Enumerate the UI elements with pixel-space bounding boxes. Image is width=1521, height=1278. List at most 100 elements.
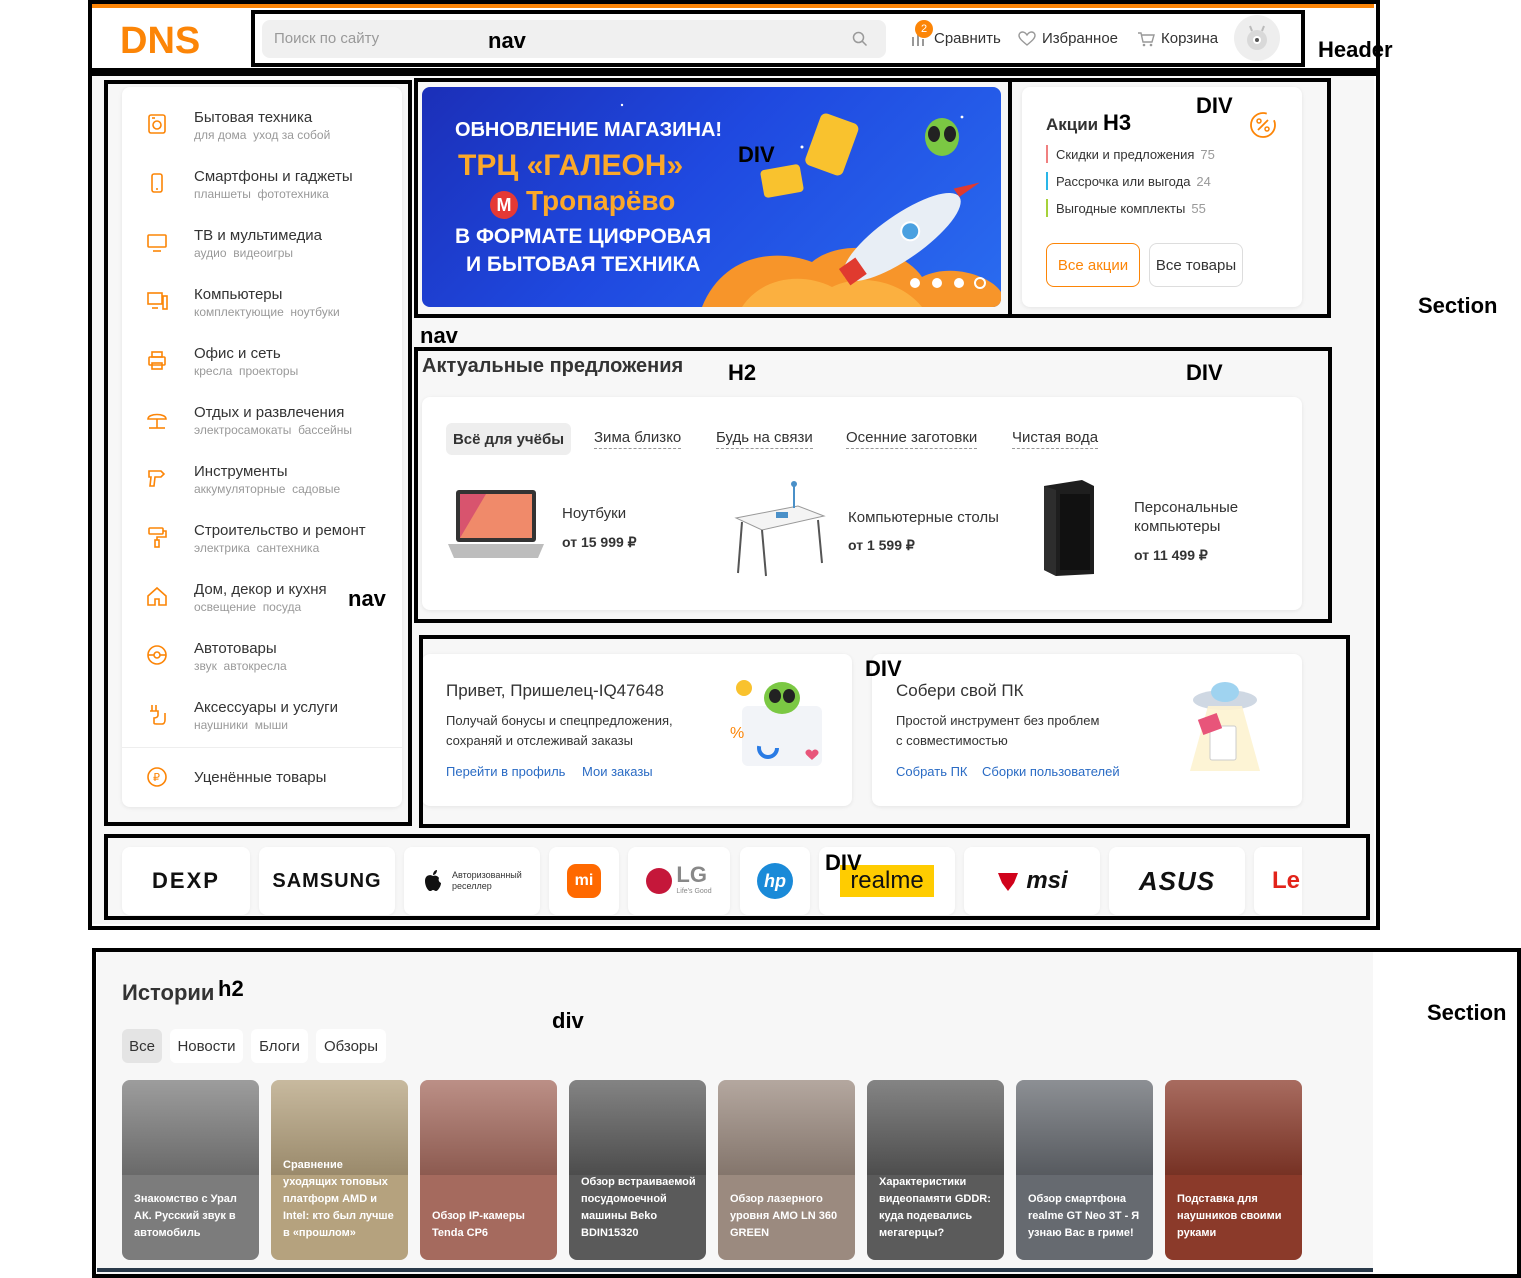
search-icon[interactable]: [852, 31, 868, 47]
catalog-sub-link[interactable]: проекторы: [239, 364, 298, 378]
story-card[interactable]: Обзор IP-камеры Tenda CP6: [420, 1080, 557, 1260]
story-title: Обзор встраиваемой посудомоечной машины …: [581, 1176, 696, 1239]
catalog-item-leisure[interactable]: Отдых и развлечения электросамокаты бассе…: [140, 404, 390, 454]
catalog-item-tv[interactable]: ТВ и мультимедиа аудио видеоигры: [140, 227, 390, 277]
catalog-sub-link[interactable]: садовые: [292, 482, 340, 496]
catalog-sub-link[interactable]: освещение: [194, 600, 256, 614]
promo-item[interactable]: Выгодные комплекты 55: [1046, 199, 1206, 217]
product-name-desks[interactable]: Компьютерные столы: [848, 509, 999, 526]
product-name-pc-line2[interactable]: компьютеры: [1134, 518, 1220, 535]
story-card[interactable]: Знакомство с Урал АК. Русский звук в авт…: [122, 1080, 259, 1260]
brand-asus[interactable]: ASUS: [1109, 847, 1245, 915]
stories-tab-all[interactable]: Все: [122, 1029, 162, 1063]
msi-dragon-icon: [998, 873, 1019, 891]
catalog-sub-link[interactable]: видеоигры: [233, 246, 293, 260]
dns-logo[interactable]: DNS: [120, 22, 244, 56]
catalog-sub-link[interactable]: автокресла: [224, 659, 287, 673]
catalog-item-construction[interactable]: Строительство и ремонт электрика сантехни…: [140, 522, 390, 572]
catalog-item-discount[interactable]: ₽ Уценённые товары: [140, 766, 390, 792]
catalog-item-title: Строительство и ремонт: [194, 522, 366, 539]
profile-link[interactable]: Перейти в профиль: [446, 764, 565, 779]
catalog-sub-link[interactable]: аудио: [194, 246, 227, 260]
catalog-sub-link[interactable]: бассейны: [298, 423, 352, 437]
annotation-label-div-cards: DIV: [865, 656, 902, 681]
cart-link[interactable]: Корзина: [1137, 30, 1218, 47]
catalog-item-computers[interactable]: Компьютеры комплектующие ноутбуки: [140, 286, 390, 336]
brand-apple[interactable]: Авторизованный реселлер: [404, 847, 540, 915]
brand-samsung-text: SAMSUNG: [272, 869, 382, 892]
promo-item-color-bar: [1046, 199, 1048, 217]
catalog-sub-link[interactable]: сантехника: [257, 541, 320, 555]
catalog-item-auto[interactable]: Автотовары звук автокресла: [140, 640, 390, 690]
desk-image[interactable]: [728, 478, 828, 578]
stories-tab-news[interactable]: Новости: [170, 1029, 243, 1063]
catalog-item-tools[interactable]: Инструменты аккумуляторные садовые: [140, 463, 390, 513]
svg-text:₽: ₽: [153, 772, 160, 784]
build-pc-link[interactable]: Собрать ПК: [896, 764, 968, 779]
brand-lg[interactable]: LG Life's Good: [628, 847, 730, 915]
catalog-sub-link[interactable]: наушники: [194, 718, 248, 732]
catalog-item-subtitles: электрика сантехника: [194, 541, 319, 555]
tab-all-for-study[interactable]: Всё для учёбы: [446, 423, 571, 455]
story-card[interactable]: Сравнение уходящих топовых платформ AMD …: [271, 1080, 408, 1260]
brand-xiaomi[interactable]: mi: [549, 847, 619, 915]
tab-autumn-preserves[interactable]: Осенние заготовки: [846, 423, 978, 455]
avatar[interactable]: [1234, 15, 1280, 61]
catalog-sub-link[interactable]: комплектующие: [194, 305, 284, 319]
catalog-sub-link[interactable]: электрика: [194, 541, 250, 555]
all-promos-button[interactable]: Все акции: [1046, 243, 1140, 287]
product-name-laptops[interactable]: Ноутбуки: [562, 505, 626, 522]
catalog-sub-link[interactable]: уход за собой: [253, 128, 330, 142]
catalog-sub-link[interactable]: ноутбуки: [290, 305, 339, 319]
story-card[interactable]: Подставка для наушников своими руками: [1165, 1080, 1302, 1260]
stories-tab-reviews[interactable]: Обзоры: [316, 1029, 386, 1063]
catalog-sub-link[interactable]: для дома: [194, 128, 246, 142]
cart-label: Корзина: [1161, 30, 1219, 47]
tab-clean-water[interactable]: Чистая вода: [1012, 423, 1099, 455]
catalog-item-title: Инструменты: [194, 463, 288, 480]
catalog-sub-link[interactable]: планшеты: [194, 187, 251, 201]
catalog-sub-link[interactable]: электросамокаты: [194, 423, 291, 437]
brand-samsung[interactable]: SAMSUNG: [259, 847, 395, 915]
pc-case-image[interactable]: [1038, 478, 1098, 578]
catalog-sub-link[interactable]: посуда: [263, 600, 301, 614]
tab-winter[interactable]: Зима близко: [594, 423, 682, 455]
story-card[interactable]: Обзор встраиваемой посудомоечной машины …: [569, 1080, 706, 1260]
catalog-sub-link[interactable]: мыши: [255, 718, 288, 732]
story-title: Обзор лазерного уровня AMO LN 360 GREEN: [730, 1193, 838, 1239]
promo-item[interactable]: Рассрочка или выгода 24: [1046, 172, 1211, 190]
favorites-link[interactable]: Избранное: [1018, 30, 1118, 47]
catalog-item-accessories[interactable]: Аксессуары и услуги наушники мыши: [140, 699, 390, 749]
promo-item-color-bar: [1046, 172, 1048, 190]
catalog-sub-link[interactable]: аккумуляторные: [194, 482, 285, 496]
brand-hp[interactable]: hp: [740, 847, 810, 915]
my-orders-link[interactable]: Мои заказы: [582, 764, 653, 779]
promo-banner[interactable]: ОБНОВЛЕНИЕ МАГАЗИНА! ТРЦ «ГАЛЕОН» М Троп…: [422, 87, 1001, 307]
brand-msi[interactable]: msi: [964, 847, 1100, 915]
catalog-item-subtitles: планшеты фототехника: [194, 187, 329, 201]
promo-item[interactable]: Скидки и предложения 75: [1046, 145, 1215, 163]
stories-title: Истории: [122, 980, 215, 1005]
search-input[interactable]: Поиск по сайту: [262, 20, 886, 58]
catalog-sub-link[interactable]: фототехника: [258, 187, 329, 201]
catalog-item-smartphones[interactable]: Смартфоны и гаджеты планшеты фототехника: [140, 168, 390, 218]
user-builds-link[interactable]: Сборки пользователей: [982, 764, 1120, 779]
umbrella-icon: [147, 413, 167, 429]
catalog-sub-link[interactable]: кресла: [194, 364, 232, 378]
stories-tab-blogs[interactable]: Блоги: [251, 1029, 308, 1063]
brand-lenovo[interactable]: Le: [1254, 847, 1302, 915]
tab-stay-connected[interactable]: Будь на связи: [716, 423, 813, 455]
brand-dexp[interactable]: DEXP: [122, 847, 250, 915]
product-name-pc-line1[interactable]: Персональные: [1134, 499, 1238, 516]
catalog-item-office[interactable]: Офис и сеть кресла проекторы: [140, 345, 390, 395]
story-card[interactable]: Обзор лазерного уровня AMO LN 360 GREEN: [718, 1080, 855, 1260]
story-card[interactable]: Характеристики видеопамяти GDDR: куда по…: [867, 1080, 1004, 1260]
laptop-image[interactable]: [446, 488, 546, 563]
paint-roller-icon: [148, 527, 167, 548]
story-card[interactable]: Обзор смартфона realme GT Neo 3T - Я узн…: [1016, 1080, 1153, 1260]
catalog-item-appliances[interactable]: Бытовая техника для дома уход за собой: [140, 109, 390, 159]
annotation-label-h2: H2: [728, 360, 757, 385]
all-goods-button[interactable]: Все товары: [1149, 243, 1243, 287]
catalog-sub-link[interactable]: звук: [194, 659, 217, 673]
discount-icon: ₽: [147, 767, 167, 787]
